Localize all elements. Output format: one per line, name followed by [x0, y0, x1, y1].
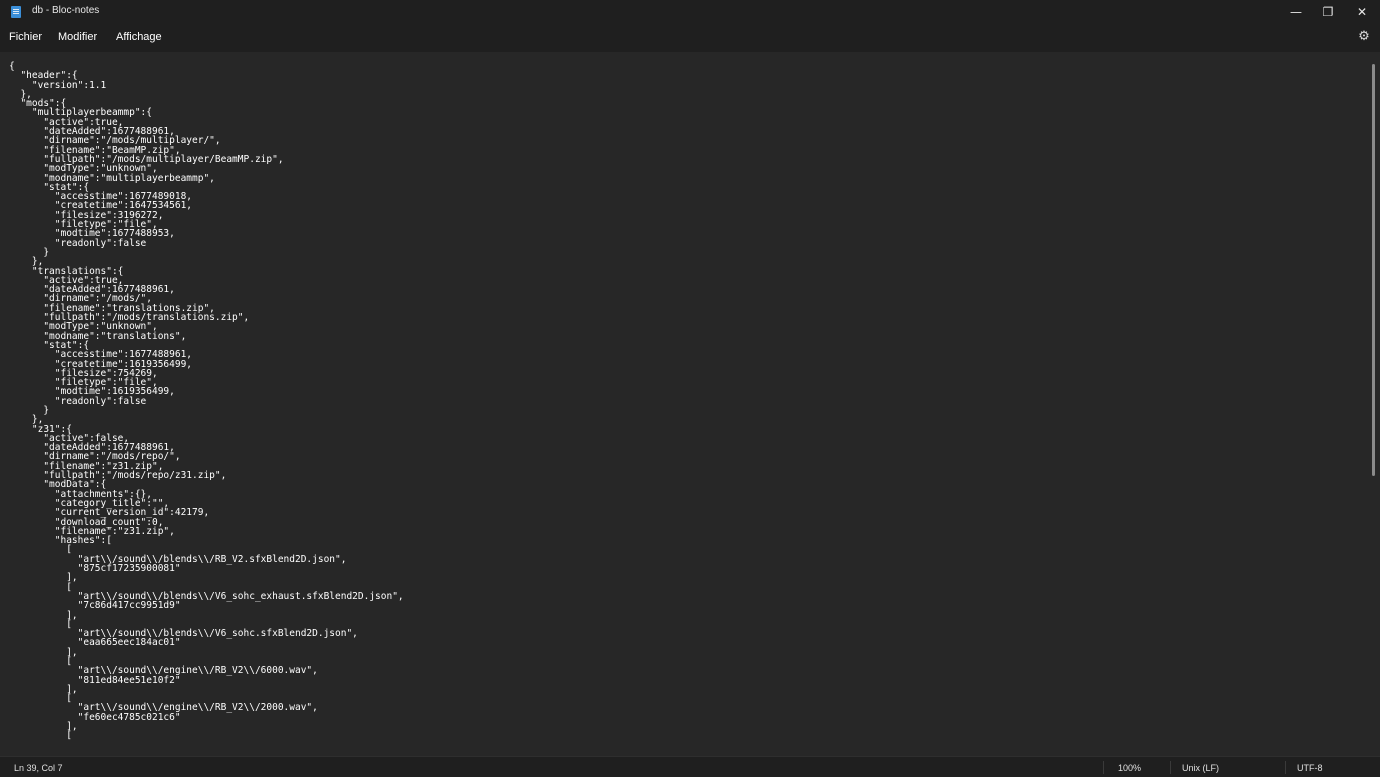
- status-bar: Ln 39, Col 7 100% Unix (LF) UTF-8: [0, 756, 1380, 777]
- menu-modifier[interactable]: Modifier: [58, 31, 97, 43]
- restore-button[interactable]: ❐: [1312, 0, 1344, 24]
- menu-bar: Fichier Modifier Affichage ⚙: [0, 24, 1380, 52]
- notepad-icon: [11, 6, 21, 18]
- close-button[interactable]: ✕: [1346, 0, 1378, 24]
- cursor-position: Ln 39, Col 7: [14, 763, 63, 773]
- status-divider: [1170, 761, 1171, 774]
- line-ending[interactable]: Unix (LF): [1182, 763, 1219, 773]
- window-title: db - Bloc-notes: [32, 5, 100, 16]
- status-divider: [1103, 761, 1104, 774]
- menu-affichage[interactable]: Affichage: [116, 31, 162, 43]
- zoom-level[interactable]: 100%: [1118, 763, 1141, 773]
- vertical-scrollbar[interactable]: [1372, 64, 1375, 476]
- gear-icon[interactable]: ⚙: [1357, 30, 1371, 44]
- menu-fichier[interactable]: Fichier: [9, 31, 42, 43]
- editor-line[interactable]: [: [9, 730, 72, 741]
- encoding[interactable]: UTF-8: [1297, 763, 1323, 773]
- title-bar: db - Bloc-notes — ❐ ✕: [0, 0, 1380, 24]
- editor-content[interactable]: { "header":{ "version":1.1 }, "mods":{ "…: [9, 62, 404, 741]
- text-editor[interactable]: { "header":{ "version":1.1 }, "mods":{ "…: [0, 52, 1380, 756]
- status-divider: [1285, 761, 1286, 774]
- minimize-button[interactable]: —: [1280, 0, 1312, 24]
